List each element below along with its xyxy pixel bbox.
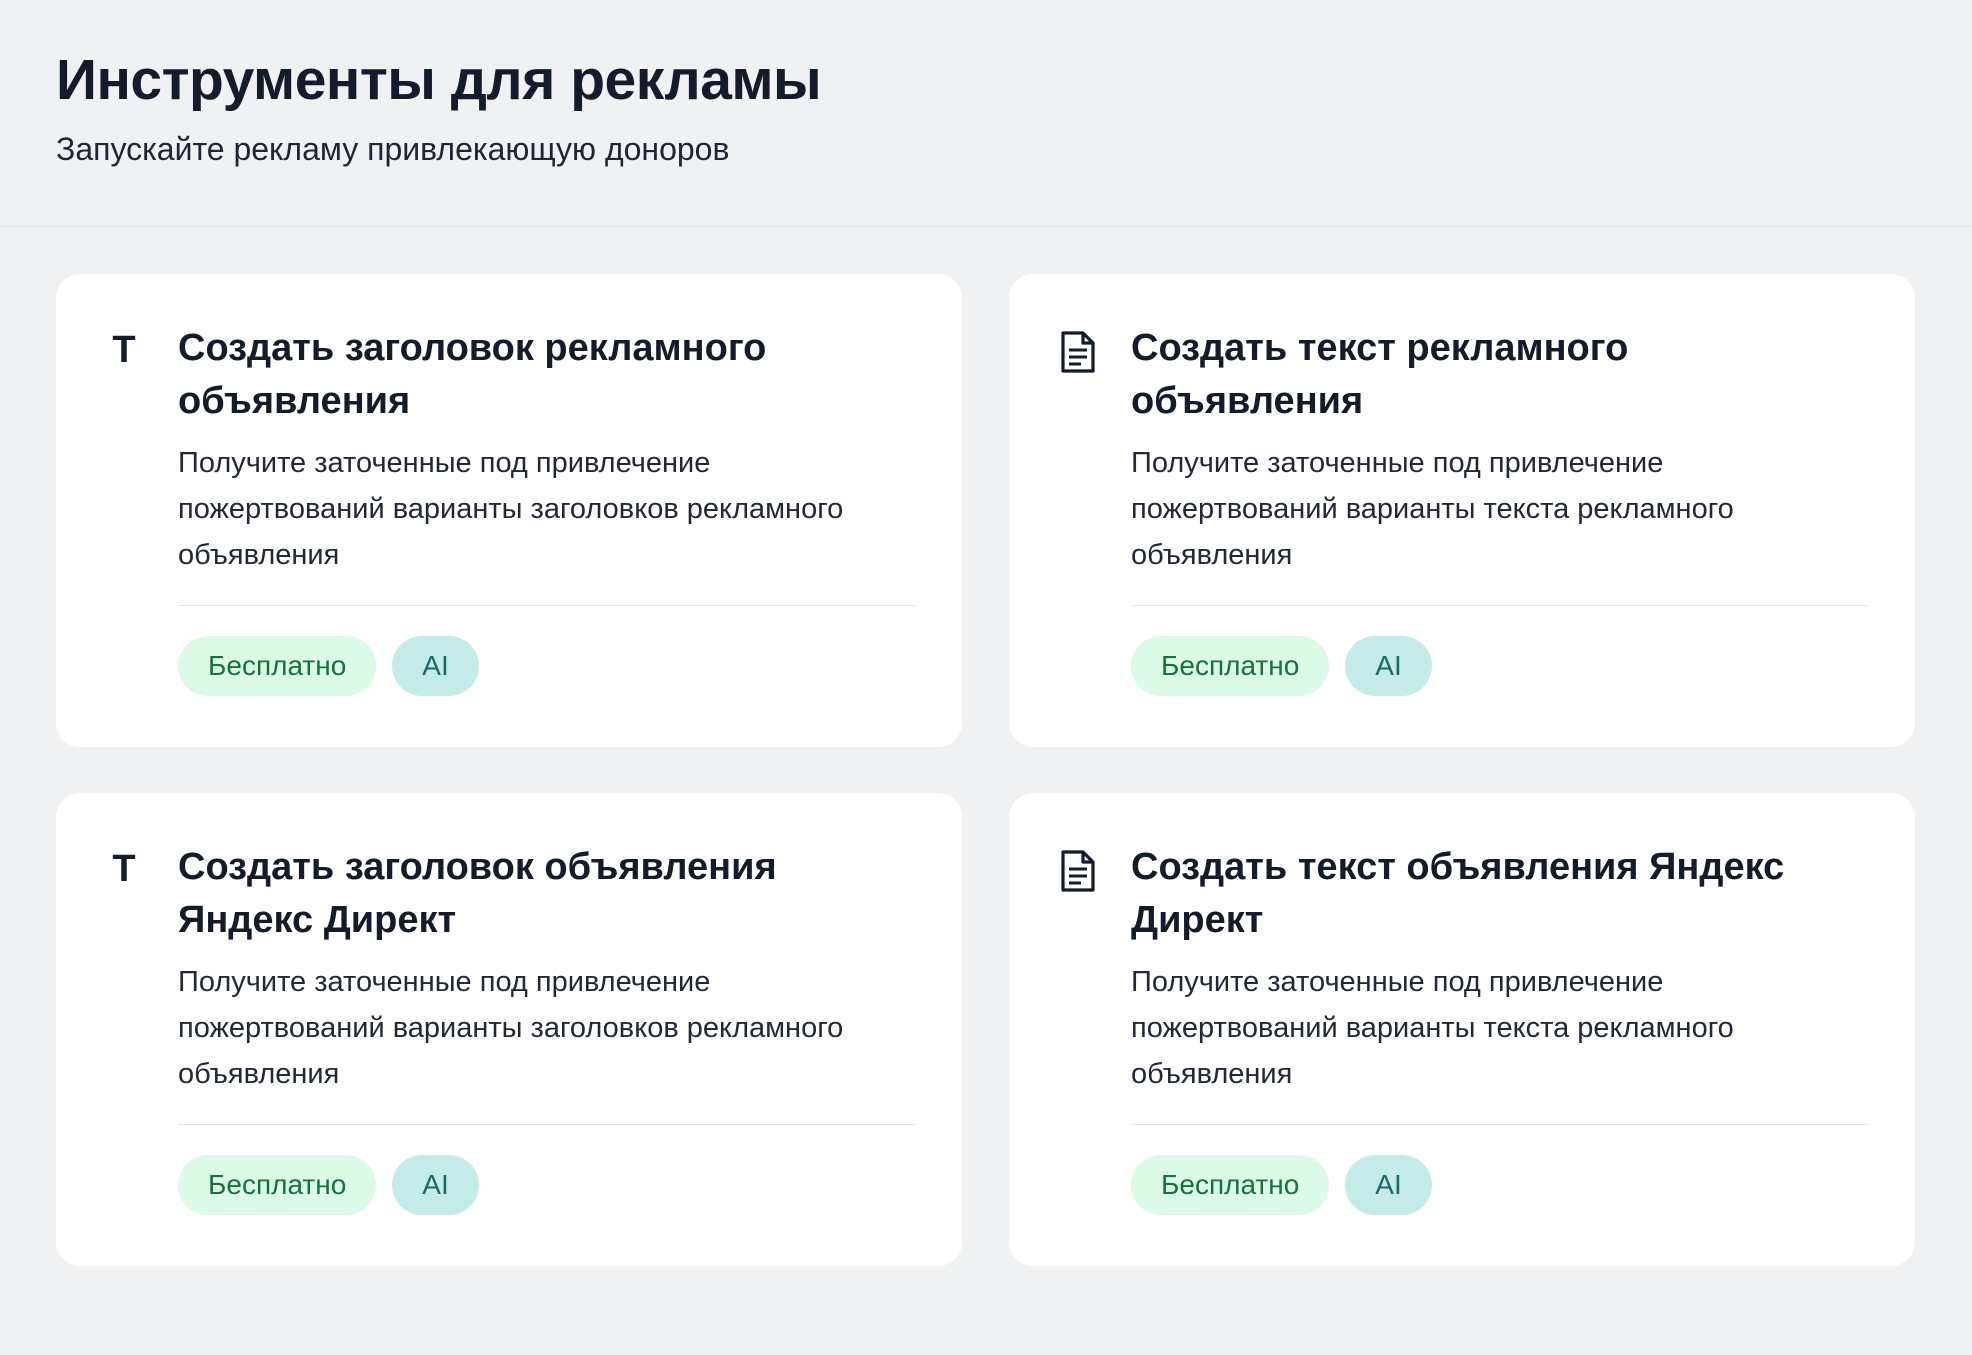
document-icon: [1061, 850, 1095, 892]
page-title: Инструменты для рекламы: [56, 48, 822, 112]
tag-list: Бесплатно AI: [1131, 1155, 1869, 1215]
tag-list: Бесплатно AI: [178, 636, 916, 696]
card-description: Получите заточенные под привлечение поже…: [178, 447, 844, 571]
page-header: Инструменты для рекламы Запускайте рекла…: [0, 0, 1972, 227]
card-title: Создать текст объявления Яндекс Директ: [1131, 846, 1785, 941]
tag-list: Бесплатно AI: [178, 1155, 916, 1215]
ai-badge: AI: [1345, 1155, 1432, 1215]
ai-badge: AI: [392, 636, 479, 696]
card-description: Получите заточенные под привлечение поже…: [1131, 966, 1734, 1090]
page-subtitle: Запускайте рекламу привлекающую доноров: [56, 131, 730, 167]
tool-card-yandex-direct-text[interactable]: Создать текст объявления Яндекс Директ П…: [1009, 793, 1915, 1266]
tool-card-yandex-direct-headline[interactable]: T Создать заголовок объявления Яндекс Ди…: [56, 793, 962, 1266]
tag-list: Бесплатно AI: [1131, 636, 1869, 696]
divider: [178, 1124, 916, 1125]
divider: [1131, 1124, 1869, 1125]
free-badge: Бесплатно: [178, 636, 377, 696]
ai-badge: AI: [1345, 636, 1432, 696]
tool-card-ad-text[interactable]: Создать текст рекламного объявления Полу…: [1009, 274, 1915, 747]
ai-badge: AI: [392, 1155, 479, 1215]
card-description: Получите заточенные под привлечение поже…: [178, 966, 844, 1090]
card-title: Создать заголовок рекламного объявления: [178, 327, 767, 422]
card-title: Создать текст рекламного объявления: [1131, 327, 1629, 422]
tools-grid: T Создать заголовок рекламного объявлени…: [0, 227, 1972, 1266]
text-format-icon: T: [112, 848, 136, 890]
free-badge: Бесплатно: [178, 1155, 377, 1215]
document-icon: [1061, 331, 1095, 373]
tool-card-ad-headline[interactable]: T Создать заголовок рекламного объявлени…: [56, 274, 962, 747]
free-badge: Бесплатно: [1131, 1155, 1330, 1215]
text-format-icon: T: [112, 329, 136, 371]
card-title: Создать заголовок объявления Яндекс Дире…: [178, 846, 777, 941]
divider: [178, 605, 916, 606]
card-description: Получите заточенные под привлечение поже…: [1131, 447, 1734, 571]
divider: [1131, 605, 1869, 606]
free-badge: Бесплатно: [1131, 636, 1330, 696]
